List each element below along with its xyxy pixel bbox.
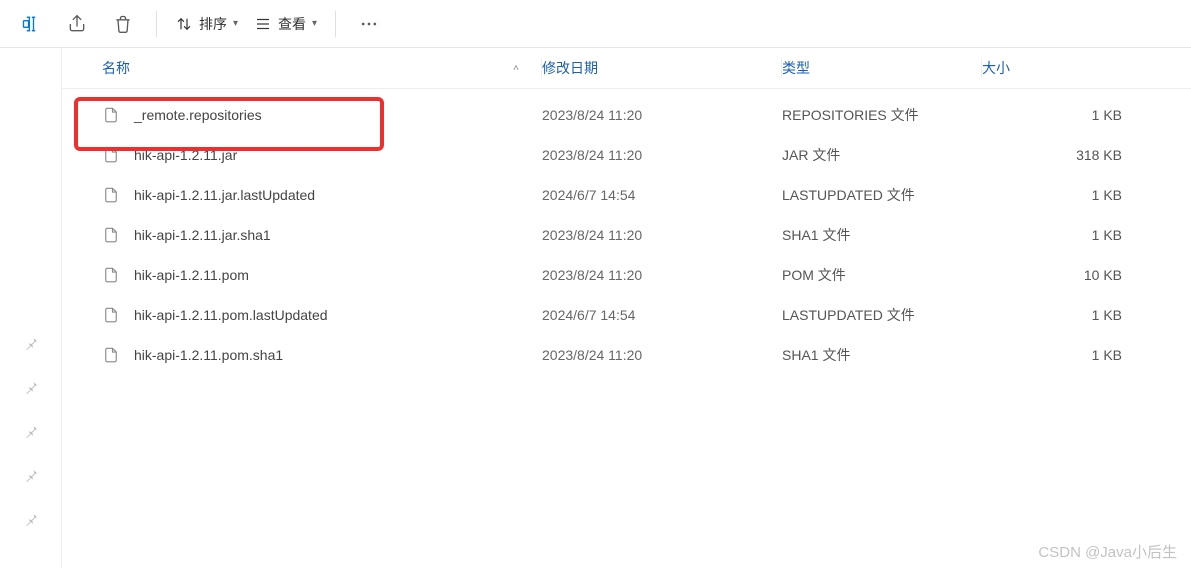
toolbar-separator <box>156 11 157 37</box>
file-row[interactable]: hik-api-1.2.11.pom 2023/8/24 11:20POM 文件1… <box>62 255 1191 295</box>
file-size: 1 KB <box>982 227 1142 243</box>
file-name: hik-api-1.2.11.pom <box>134 267 249 283</box>
file-row[interactable]: hik-api-1.2.11.jar 2023/8/24 11:20JAR 文件3… <box>62 135 1191 175</box>
file-size: 1 KB <box>982 187 1142 203</box>
share-icon <box>67 14 87 34</box>
column-headers: 名称 ˄ 修改日期 类型 大小 <box>62 48 1191 89</box>
share-button[interactable] <box>58 5 96 43</box>
column-label: 类型 <box>782 58 810 78</box>
column-label: 名称 <box>102 58 130 78</box>
content-area: 名称 ˄ 修改日期 类型 大小 _remote.repositories 2023… <box>0 48 1191 568</box>
more-button[interactable] <box>350 5 388 43</box>
pin-icon[interactable] <box>23 336 39 352</box>
file-type: LASTUPDATED 文件 <box>782 185 982 205</box>
file-date: 2024/6/7 14:54 <box>542 307 782 323</box>
toolbar: 排序 ▾ 查看 ▾ <box>0 0 1191 48</box>
file-name-cell: hik-api-1.2.11.jar.lastUpdated <box>102 186 542 204</box>
file-name: hik-api-1.2.11.jar.lastUpdated <box>134 187 315 203</box>
file-name-cell: hik-api-1.2.11.pom.lastUpdated <box>102 306 542 324</box>
sort-label: 排序 <box>199 14 227 34</box>
file-size: 1 KB <box>982 347 1142 363</box>
file-icon <box>102 306 120 324</box>
file-date: 2023/8/24 11:20 <box>542 147 782 163</box>
column-header-size[interactable]: 大小 <box>982 58 1142 78</box>
file-type: SHA1 文件 <box>782 345 982 365</box>
file-date: 2024/6/7 14:54 <box>542 187 782 203</box>
file-row[interactable]: hik-api-1.2.11.pom.sha1 2023/8/24 11:20SH… <box>62 335 1191 375</box>
file-type: LASTUPDATED 文件 <box>782 305 982 325</box>
left-rail <box>0 48 62 568</box>
file-name-cell: hik-api-1.2.11.pom <box>102 266 542 284</box>
chevron-down-icon: ▾ <box>233 18 238 29</box>
file-row[interactable]: hik-api-1.2.11.jar.sha1 2023/8/24 11:20SH… <box>62 215 1191 255</box>
file-type: JAR 文件 <box>782 145 982 165</box>
file-date: 2023/8/24 11:20 <box>542 107 782 123</box>
column-label: 大小 <box>982 58 1010 78</box>
file-name: hik-api-1.2.11.jar <box>134 147 237 163</box>
file-icon <box>102 266 120 284</box>
pin-icon[interactable] <box>23 512 39 528</box>
file-row[interactable]: hik-api-1.2.11.pom.lastUpdated 2024/6/7 1… <box>62 295 1191 335</box>
pin-icon[interactable] <box>23 468 39 484</box>
file-name-cell: hik-api-1.2.11.jar.sha1 <box>102 226 542 244</box>
file-listing: 名称 ˄ 修改日期 类型 大小 _remote.repositories 2023… <box>62 48 1191 568</box>
file-name-cell: _remote.repositories <box>102 106 542 124</box>
file-rows: _remote.repositories2023/8/24 11:20REPOS… <box>62 89 1191 381</box>
file-name-cell: hik-api-1.2.11.jar <box>102 146 542 164</box>
file-size: 10 KB <box>982 267 1142 283</box>
view-label: 查看 <box>278 14 306 34</box>
file-row[interactable]: hik-api-1.2.11.jar.lastUpdated 2024/6/7 1… <box>62 175 1191 215</box>
toolbar-separator <box>335 11 336 37</box>
file-date: 2023/8/24 11:20 <box>542 347 782 363</box>
column-label: 修改日期 <box>542 58 598 78</box>
file-icon <box>102 146 120 164</box>
sort-dropdown[interactable]: 排序 ▾ <box>167 5 246 43</box>
file-icon <box>102 226 120 244</box>
file-name-cell: hik-api-1.2.11.pom.sha1 <box>102 346 542 364</box>
file-type: REPOSITORIES 文件 <box>782 105 982 125</box>
file-type: SHA1 文件 <box>782 225 982 245</box>
rename-button[interactable] <box>12 5 50 43</box>
file-size: 1 KB <box>982 307 1142 323</box>
sort-indicator-icon: ˄ <box>513 63 519 74</box>
file-type: POM 文件 <box>782 265 982 285</box>
file-name: hik-api-1.2.11.pom.sha1 <box>134 347 283 363</box>
file-date: 2023/8/24 11:20 <box>542 227 782 243</box>
file-name: hik-api-1.2.11.pom.lastUpdated <box>134 307 328 323</box>
trash-icon <box>113 14 133 34</box>
watermark: CSDN @Java小后生 <box>1038 541 1177 562</box>
file-row[interactable]: _remote.repositories 2023/8/24 11:20REPOS… <box>62 95 1191 135</box>
column-header-name[interactable]: 名称 ˄ <box>102 58 542 78</box>
column-header-type[interactable]: 类型 <box>782 58 982 78</box>
file-icon <box>102 186 120 204</box>
more-icon <box>359 14 379 34</box>
file-name: _remote.repositories <box>134 107 262 123</box>
rename-icon <box>21 14 41 34</box>
file-size: 1 KB <box>982 107 1142 123</box>
column-header-date[interactable]: 修改日期 <box>542 58 782 78</box>
pinned-stack <box>0 336 61 568</box>
view-icon <box>254 15 272 33</box>
file-icon <box>102 346 120 364</box>
sort-icon <box>175 15 193 33</box>
pin-icon[interactable] <box>23 424 39 440</box>
view-dropdown[interactable]: 查看 ▾ <box>246 5 325 43</box>
pin-icon[interactable] <box>23 380 39 396</box>
chevron-down-icon: ▾ <box>312 18 317 29</box>
file-icon <box>102 106 120 124</box>
file-date: 2023/8/24 11:20 <box>542 267 782 283</box>
delete-button[interactable] <box>104 5 142 43</box>
file-name: hik-api-1.2.11.jar.sha1 <box>134 227 271 243</box>
file-size: 318 KB <box>982 147 1142 163</box>
